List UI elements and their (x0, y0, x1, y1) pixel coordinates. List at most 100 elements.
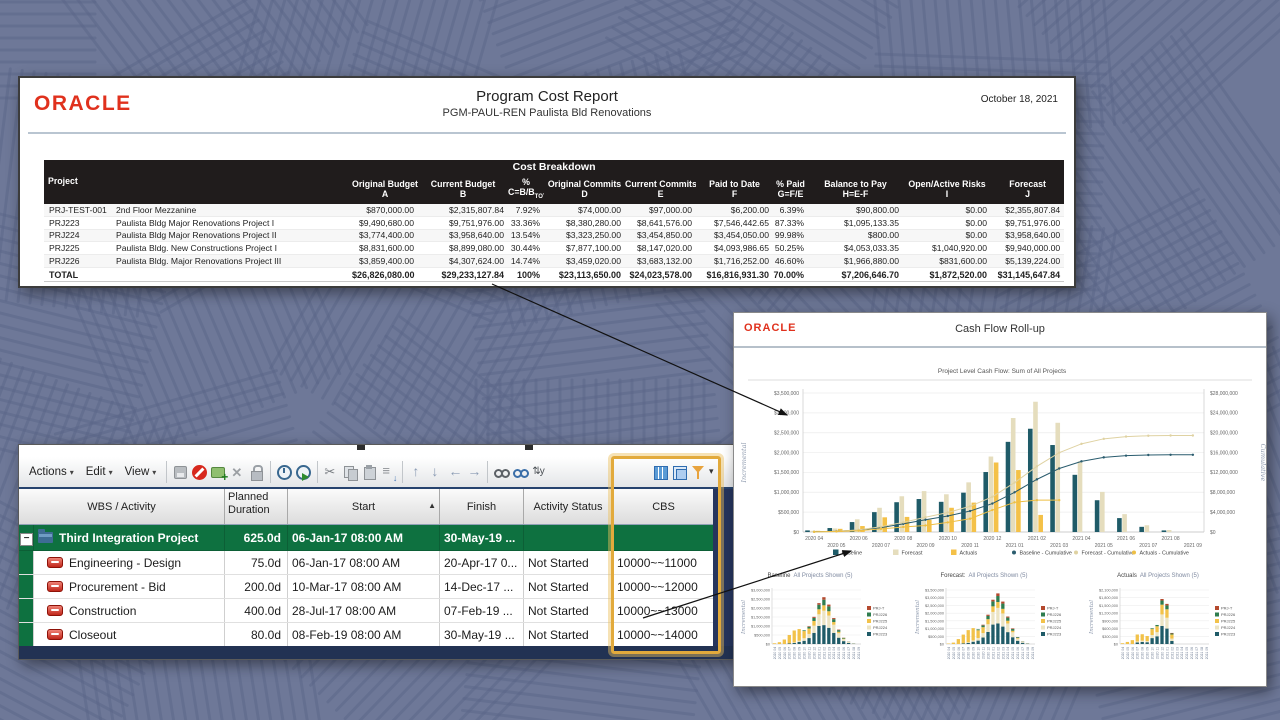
cost-value: $97,000.00 (625, 204, 696, 216)
wbs-row[interactable]: −Third Integration Project625.0d06-Jan-1… (19, 525, 715, 551)
start-cell[interactable]: 06-Jan-17 08:00 AM (288, 551, 440, 575)
svg-text:2020 04: 2020 04 (805, 536, 823, 542)
column-header-original-commits: Original CommitsD (544, 174, 625, 204)
column-header-activity-status[interactable]: Activity Status (524, 489, 613, 525)
start-cell[interactable]: 06-Jan-17 08:00 AM (288, 525, 440, 551)
svg-text:2021 07: 2021 07 (1195, 647, 1199, 659)
search-replace-icon[interactable] (531, 464, 548, 481)
collapse-icon[interactable]: − (20, 533, 33, 546)
activity-name-cell[interactable]: Procurement - Bid (34, 575, 225, 599)
cancel-icon[interactable] (191, 464, 208, 481)
svg-text:2020 11: 2020 11 (961, 543, 979, 549)
activity-row[interactable]: Procurement - Bid200.0d10-Mar-17 08:00 A… (19, 575, 715, 599)
svg-text:$12,000,000: $12,000,000 (1210, 470, 1238, 476)
svg-text:2020 07: 2020 07 (1136, 647, 1140, 659)
svg-text:$2,500,000: $2,500,000 (751, 598, 770, 602)
finish-cell[interactable]: 30-May-19 ... (440, 525, 524, 551)
delete-icon[interactable] (229, 464, 246, 481)
move-left-icon[interactable] (446, 464, 463, 481)
activity-row[interactable]: Closeout80.0d08-Feb-19 08:00 AM30-May-19… (19, 623, 715, 647)
activity-name-cell[interactable]: Construction (34, 599, 225, 623)
wbs-name-cell[interactable]: Third Integration Project (34, 525, 225, 551)
finish-cell[interactable]: 30-May-19 ... (440, 623, 524, 647)
lock-icon[interactable] (248, 464, 265, 481)
find-icon[interactable] (493, 464, 510, 481)
duration-cell[interactable]: 625.0d (225, 525, 288, 551)
cbs-cell[interactable]: 10000~~14000 (613, 623, 715, 647)
cut-icon[interactable] (323, 464, 340, 481)
add-row-icon[interactable] (210, 464, 227, 481)
column-header-cbs[interactable]: CBS (613, 489, 715, 525)
paste-icon[interactable] (361, 464, 378, 481)
column-header-wbs-activity[interactable]: WBS / Activity (19, 489, 225, 525)
level-resources-icon[interactable] (295, 464, 312, 481)
total-row: TOTAL$26,826,080.00$29,233,127.84100%$23… (44, 267, 1064, 282)
move-up-icon[interactable] (408, 464, 425, 481)
duration-cell[interactable]: 80.0d (225, 623, 288, 647)
hierarchy-strip (19, 551, 34, 575)
activity-name-cell[interactable]: Closeout (34, 623, 225, 647)
find-next-icon[interactable] (512, 464, 529, 481)
svg-text:PRJ225: PRJ225 (1221, 619, 1236, 624)
column-header-start[interactable]: Start▲ (288, 489, 440, 525)
cropped-window-title-fragment (357, 445, 365, 450)
cost-value: $3,859,400.00 (352, 255, 418, 268)
cost-value: $1,716,252.00 (696, 255, 773, 268)
column-header-finish[interactable]: Finish (440, 489, 524, 525)
svg-text:2021 06: 2021 06 (842, 647, 846, 659)
group-sort-icon[interactable] (671, 464, 688, 481)
cbs-cell[interactable]: 10000~~11000 (613, 551, 715, 575)
activities-table[interactable]: WBS / ActivityPlanned DurationStart▲Fini… (19, 489, 715, 647)
status-cell[interactable]: Not Started (524, 623, 613, 647)
menu-view[interactable]: View▾ (119, 466, 163, 478)
move-right-icon[interactable] (465, 464, 482, 481)
activity-row[interactable]: Construction400.0d28-Jul-17 08:00 AM07-F… (19, 599, 715, 623)
actuals-small-chart: ActualsAll Projects Shown (5) $0$300,000… (1086, 571, 1260, 683)
finish-cell[interactable]: 07-Feb-19 ... (440, 599, 524, 623)
cbs-cell[interactable]: 10000~~13000 (613, 599, 715, 623)
start-cell[interactable]: 28-Jul-17 08:00 AM (288, 599, 440, 623)
column-header-planned-duration[interactable]: Planned Duration (225, 489, 288, 525)
menu-actions[interactable]: Actions▾ (23, 466, 80, 478)
start-cell[interactable]: 10-Mar-17 08:00 AM (288, 575, 440, 599)
svg-text:PRJ224: PRJ224 (1047, 625, 1062, 630)
duration-cell[interactable]: 200.0d (225, 575, 288, 599)
fill-down-icon[interactable] (380, 464, 397, 481)
status-cell[interactable]: Not Started (524, 551, 613, 575)
svg-text:2020 09: 2020 09 (1146, 647, 1150, 659)
svg-text:$16,000,000: $16,000,000 (1210, 450, 1238, 456)
svg-text:2020 09: 2020 09 (798, 647, 802, 659)
save-icon[interactable] (172, 464, 189, 481)
schedule-icon[interactable] (276, 464, 293, 481)
window-bottom-edge (19, 646, 736, 659)
svg-text:$2,500,000: $2,500,000 (774, 431, 799, 437)
baseline-stacked-chart: $0$500,000$1,000,000$1,500,000$2,000,000… (738, 582, 912, 678)
duration-cell[interactable]: 75.0d (225, 551, 288, 575)
finish-cell[interactable]: 20-Apr-17 0... (440, 551, 524, 575)
status-cell[interactable]: Not Started (524, 575, 613, 599)
activity-name-cell[interactable]: Engineering - Design (34, 551, 225, 575)
move-down-icon[interactable] (427, 464, 444, 481)
hierarchy-strip (19, 623, 34, 647)
duration-cell[interactable]: 400.0d (225, 599, 288, 623)
start-cell[interactable]: 08-Feb-19 08:00 AM (288, 623, 440, 647)
filter-caret-icon[interactable] (709, 464, 717, 481)
menu-edit[interactable]: Edit▾ (80, 466, 119, 478)
toolbar-group-1 (171, 464, 266, 481)
cbs-cell[interactable] (613, 525, 715, 551)
svg-text:2021 09: 2021 09 (857, 647, 861, 659)
copy-icon[interactable] (342, 464, 359, 481)
svg-text:2021 02: 2021 02 (1170, 647, 1174, 659)
finish-cell[interactable]: 14-Dec-17 ... (440, 575, 524, 599)
columns-icon[interactable] (652, 464, 669, 481)
cbs-cell[interactable]: 10000~~12000 (613, 575, 715, 599)
cost-value: $3,958,640.00 (991, 229, 1064, 242)
status-cell[interactable]: Not Started (524, 599, 613, 623)
cost-value: $3,958,640.00 (418, 229, 508, 242)
hierarchy-cell[interactable]: − (19, 525, 34, 551)
menu-label: Edit (86, 466, 106, 478)
svg-text:$1,000,000: $1,000,000 (774, 490, 799, 496)
filter-icon[interactable] (690, 464, 707, 481)
activity-row[interactable]: Engineering - Design75.0d06-Jan-17 08:00… (19, 551, 715, 575)
status-cell[interactable] (524, 525, 613, 551)
